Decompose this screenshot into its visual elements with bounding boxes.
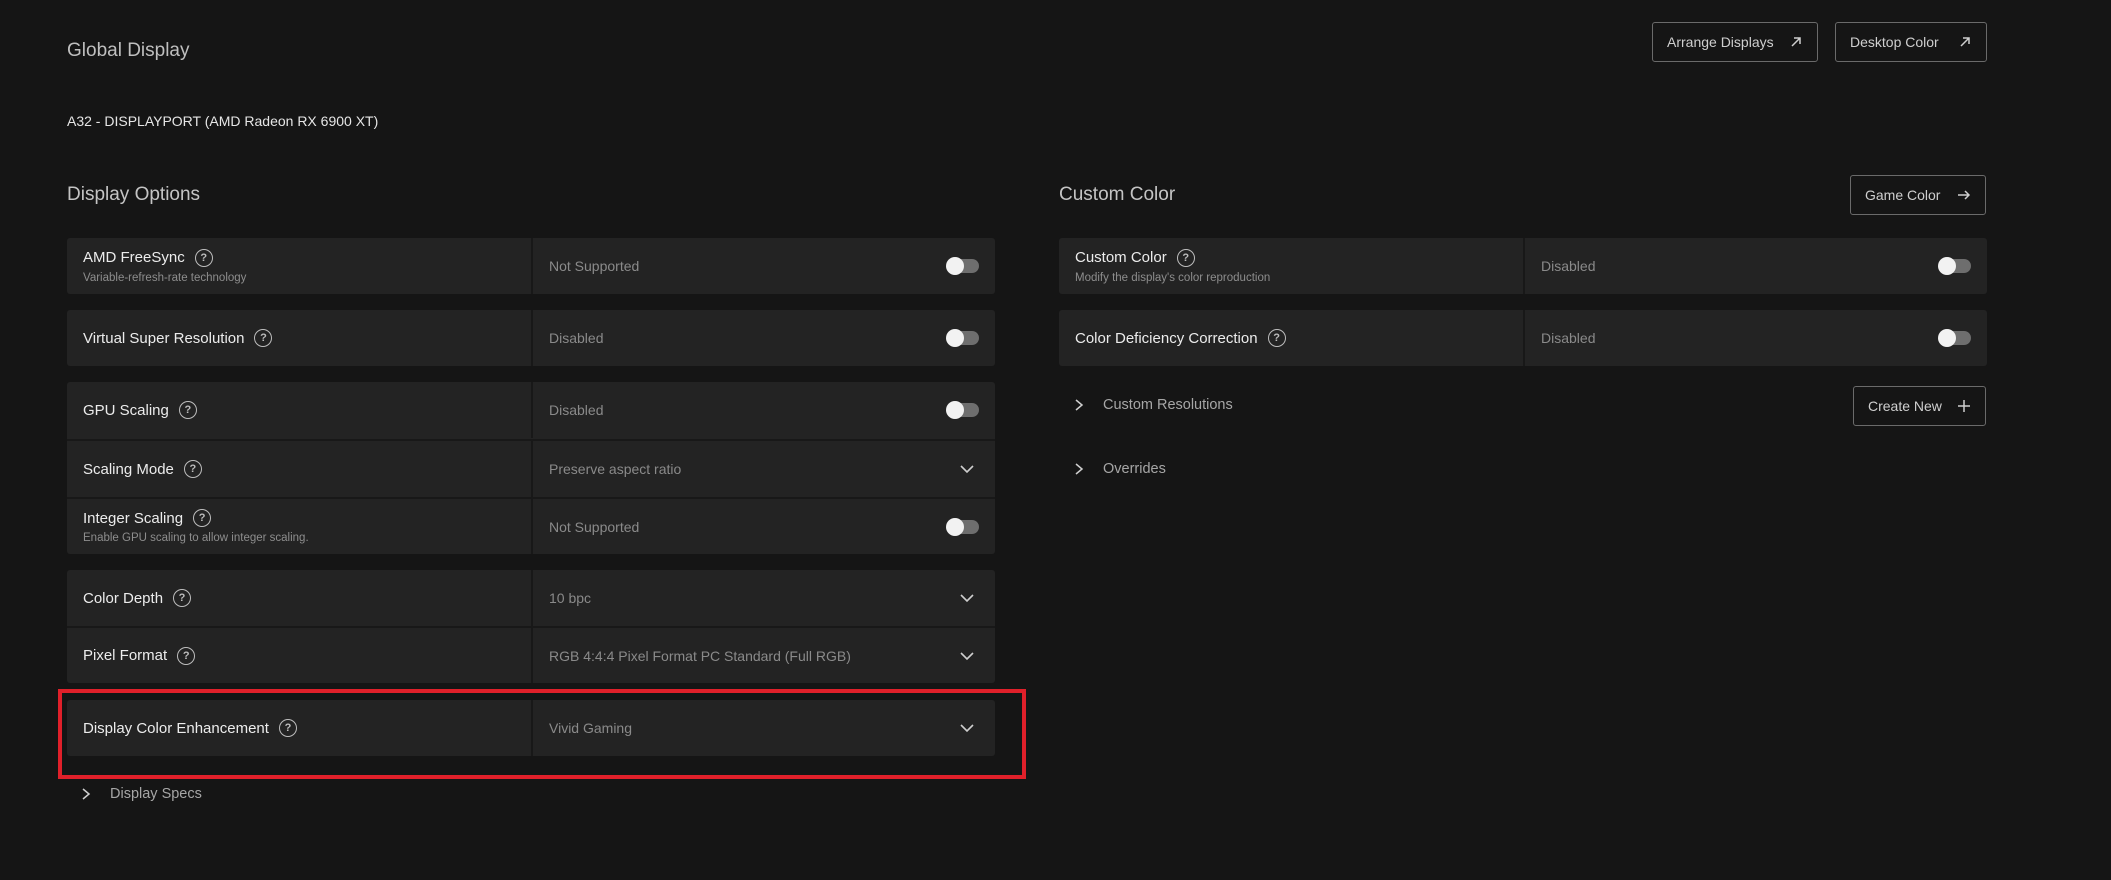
pixel-format-label: Pixel Format [83, 647, 168, 664]
chevron-down-icon [960, 465, 974, 474]
arrow-right-icon [1958, 190, 1971, 200]
custom-resolutions-expander[interactable]: Custom Resolutions [1073, 397, 1233, 413]
chevron-down-icon [960, 651, 974, 660]
help-icon[interactable]: ? [183, 460, 202, 478]
chevron-right-icon [1075, 399, 1084, 411]
custom-resolutions-label: Custom Resolutions [1103, 397, 1233, 413]
toggle-knob [946, 517, 964, 536]
toggle-knob [946, 401, 964, 419]
scaling-mode-value: Preserve aspect ratio [549, 461, 682, 477]
gpu-scaling-label: GPU Scaling [83, 401, 169, 419]
arrange-displays-button[interactable]: Arrange Displays [1652, 22, 1818, 62]
gpu-scaling-value: Disabled [549, 402, 604, 418]
vsr-row: Virtual Super Resolution? Disabled [67, 310, 995, 366]
display-options-title: Display Options [67, 184, 201, 205]
display-specs-label: Display Specs [110, 786, 202, 802]
toggle-knob [946, 329, 964, 347]
integer-scaling-label: Integer Scaling [83, 509, 184, 527]
help-icon[interactable]: ? [1267, 329, 1286, 347]
integer-scaling-toggle[interactable] [946, 517, 979, 536]
toggle-knob [946, 257, 964, 275]
desktop-color-label: Desktop Color [1850, 34, 1939, 50]
integer-scaling-desc: Enable GPU scaling to allow integer scal… [83, 532, 309, 544]
help-icon[interactable]: ? [173, 589, 192, 607]
color-depth-dropdown[interactable]: 10 bpc [531, 570, 995, 626]
custom-color-card: Custom Color? Modify the display's color… [1059, 238, 1987, 294]
chevron-right-icon [1075, 463, 1084, 475]
help-icon[interactable]: ? [1176, 248, 1195, 267]
color-depth-value: 10 bpc [549, 590, 592, 606]
color-depth-row: Color Depth? 10 bpc [67, 570, 995, 626]
game-color-button[interactable]: Game Color [1850, 175, 1986, 215]
pixel-format-value: RGB 4:4:4 Pixel Format PC Standard (Full… [549, 647, 851, 664]
vsr-value: Disabled [549, 330, 604, 346]
custom-color-label: Custom Color [1075, 249, 1167, 266]
freesync-label: AMD FreeSync [83, 249, 185, 266]
arrange-displays-label: Arrange Displays [1667, 34, 1774, 50]
highlight-box [58, 689, 1026, 779]
custom-color-row: Custom Color? Modify the display's color… [1059, 238, 1987, 294]
freesync-row: AMD FreeSync? Variable-refresh-rate tech… [67, 238, 995, 294]
gpu-scaling-toggle[interactable] [946, 401, 979, 419]
chevron-down-icon [960, 594, 974, 603]
deficiency-value: Disabled [1541, 330, 1596, 346]
freesync-card: AMD FreeSync? Variable-refresh-rate tech… [67, 238, 995, 294]
vsr-label: Virtual Super Resolution [83, 329, 245, 347]
vsr-toggle[interactable] [946, 329, 979, 347]
scaling-mode-label: Scaling Mode [83, 460, 174, 478]
desktop-color-button[interactable]: Desktop Color [1835, 22, 1987, 62]
external-arrow-icon [1960, 37, 1970, 47]
display-specs-expander[interactable]: Display Specs [80, 786, 202, 802]
help-icon[interactable]: ? [177, 646, 196, 665]
toggle-knob [1938, 329, 1956, 347]
toggle-knob [1938, 257, 1956, 275]
custom-color-title: Custom Color [1059, 184, 1176, 205]
help-icon[interactable]: ? [194, 248, 213, 267]
freesync-toggle[interactable] [946, 257, 979, 275]
page-title: Global Display [67, 40, 190, 61]
pixel-format-row: Pixel Format? RGB 4:4:4 Pixel Format PC … [67, 628, 995, 683]
integer-scaling-row: Integer Scaling? Enable GPU scaling to a… [67, 499, 995, 554]
display-name: A32 - DISPLAYPORT (AMD Radeon RX 6900 XT… [67, 113, 379, 129]
color-format-card: Color Depth? 10 bpc Pixel Format? RGB 4:… [67, 570, 995, 683]
overrides-expander[interactable]: Overrides [1073, 461, 1166, 477]
overrides-label: Overrides [1103, 461, 1166, 477]
help-icon[interactable]: ? [193, 509, 212, 527]
deficiency-toggle[interactable] [1938, 329, 1971, 347]
pixel-format-dropdown[interactable]: RGB 4:4:4 Pixel Format PC Standard (Full… [531, 628, 995, 683]
help-icon[interactable]: ? [178, 401, 197, 419]
custom-color-desc: Modify the display's color reproduction [1075, 271, 1271, 284]
scaling-mode-dropdown[interactable]: Preserve aspect ratio [531, 441, 995, 497]
deficiency-row: Color Deficiency Correction? Disabled [1059, 310, 1987, 366]
gpu-scaling-row: GPU Scaling? Disabled [67, 382, 995, 438]
deficiency-card: Color Deficiency Correction? Disabled [1059, 310, 1987, 366]
deficiency-label: Color Deficiency Correction [1075, 329, 1258, 347]
integer-scaling-value: Not Supported [549, 518, 640, 535]
freesync-value: Not Supported [549, 258, 640, 274]
external-arrow-icon [1791, 37, 1801, 47]
help-icon[interactable]: ? [254, 329, 273, 347]
plus-icon [1958, 400, 1970, 412]
scaling-mode-row: Scaling Mode? Preserve aspect ratio [67, 441, 995, 497]
scaling-card: GPU Scaling? Disabled Scaling Mode? Pres… [67, 382, 995, 554]
vsr-card: Virtual Super Resolution? Disabled [67, 310, 995, 366]
color-depth-label: Color Depth [83, 589, 164, 607]
create-new-label: Create New [1868, 398, 1942, 414]
freesync-desc: Variable-refresh-rate technology [83, 271, 247, 284]
create-new-button[interactable]: Create New [1853, 386, 1986, 426]
game-color-label: Game Color [1865, 187, 1941, 203]
chevron-right-icon [82, 788, 91, 800]
custom-color-toggle[interactable] [1938, 257, 1971, 275]
custom-color-value: Disabled [1541, 258, 1596, 274]
